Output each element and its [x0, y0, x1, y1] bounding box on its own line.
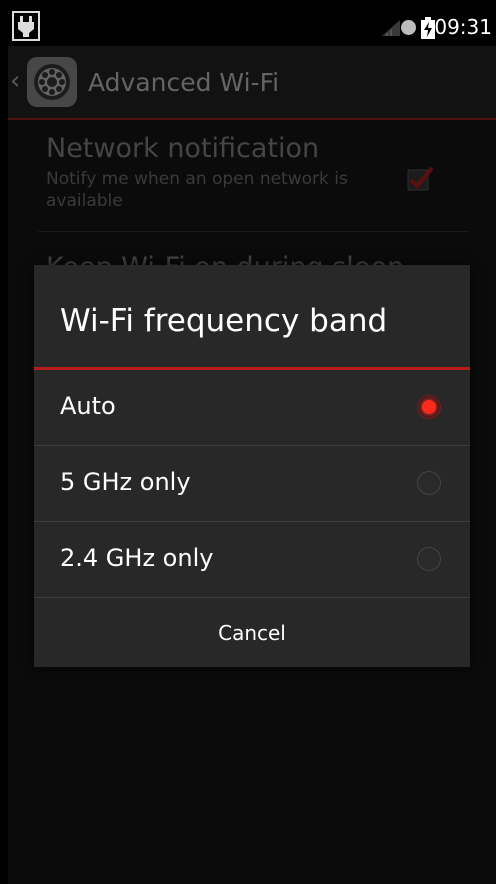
option-5ghz[interactable]: 5 GHz only [34, 446, 470, 522]
option-label: Auto [60, 392, 116, 420]
clock: 09:31 [434, 15, 492, 39]
radio-unselected-icon[interactable] [417, 547, 441, 571]
option-2-4ghz[interactable]: 2.4 GHz only [34, 522, 470, 598]
cancel-button[interactable]: Cancel [34, 600, 470, 667]
sync-icon [401, 20, 416, 35]
option-label: 5 GHz only [60, 468, 191, 496]
radio-unselected-icon[interactable] [417, 471, 441, 495]
option-label: 2.4 GHz only [60, 544, 214, 572]
dialog-title: Wi-Fi frequency band [60, 303, 388, 339]
screen: 09:31 ‹ Advanced Wi-Fi Network notificat… [8, 8, 496, 884]
radio-selected-icon[interactable] [417, 395, 441, 419]
option-auto[interactable]: Auto [34, 370, 470, 446]
signal-icon [382, 20, 400, 36]
status-bar: 09:31 [8, 8, 496, 46]
usb-debug-icon [12, 11, 40, 41]
frequency-band-dialog: Wi-Fi frequency band Auto 5 GHz only 2.4… [34, 265, 470, 667]
